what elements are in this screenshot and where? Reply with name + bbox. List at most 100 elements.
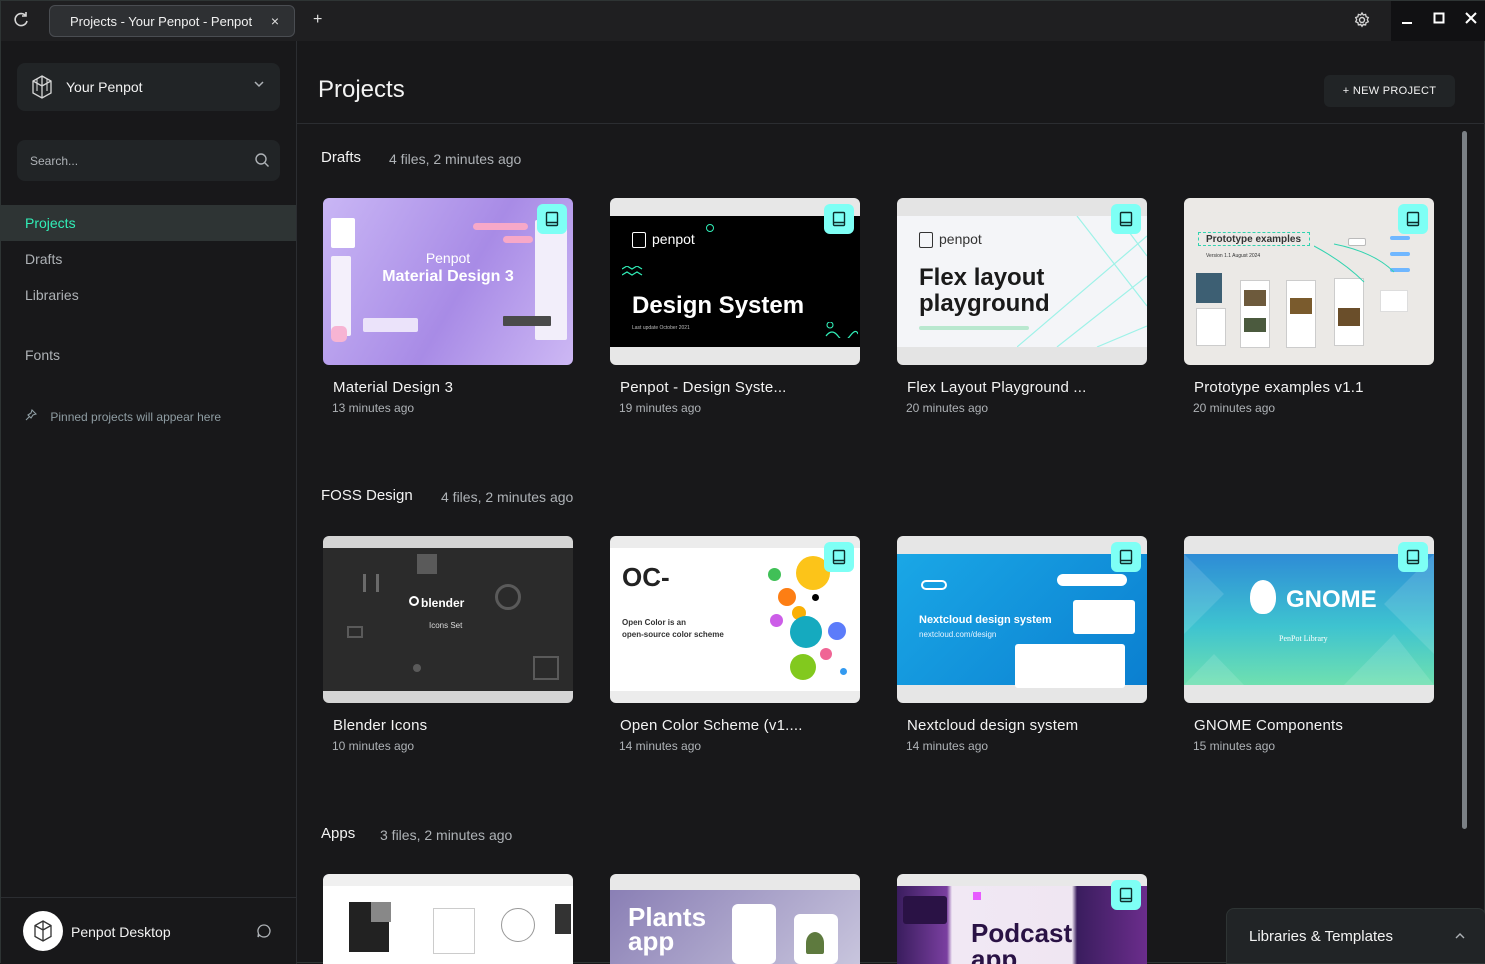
team-selector[interactable]: Your Penpot	[17, 63, 280, 111]
main-content: Projects + NEW PROJECT Drafts 4 files, 2…	[297, 41, 1485, 964]
profile-footer: Penpot Desktop	[1, 897, 296, 964]
file-modified: 19 minutes ago	[619, 401, 702, 415]
thumb-brand: penpot	[939, 231, 982, 247]
chat-icon[interactable]	[256, 923, 272, 939]
section-meta: 4 files, 2 minutes ago	[389, 151, 522, 167]
book-icon	[832, 211, 846, 227]
thumb-brand: Penpot	[425, 250, 471, 266]
section-title[interactable]: Apps	[321, 825, 355, 842]
file-thumbnail: blender Icons Set	[323, 536, 573, 703]
library-badge	[1111, 204, 1141, 234]
maximize-icon[interactable]	[1433, 9, 1445, 30]
thumb-title: Prototype examples	[1206, 234, 1302, 245]
file-thumbnail: Podcast app	[897, 874, 1147, 964]
file-thumbnail: OC- Open Color is an open-source color s…	[610, 536, 860, 703]
library-badge	[824, 542, 854, 572]
file-name: GNOME Components	[1194, 717, 1344, 734]
file-thumbnail: GNOME PenPot Library	[1184, 536, 1434, 703]
profile-name[interactable]: Penpot Desktop	[71, 924, 171, 940]
file-modified: 13 minutes ago	[332, 401, 415, 415]
tab-close-icon[interactable]: ×	[271, 13, 279, 29]
gear-icon[interactable]	[1353, 11, 1371, 29]
book-icon	[1119, 211, 1133, 227]
sidebar: Your Penpot Projects Drafts Libraries Fo…	[1, 41, 297, 964]
penpot-logo-icon	[32, 75, 52, 99]
file-name: Open Color Scheme (v1....	[620, 717, 803, 734]
thumb-title-2: playground	[919, 290, 1050, 317]
tab-title: Projects - Your Penpot - Penpot	[70, 14, 253, 29]
thumb-title: Design System	[632, 292, 805, 319]
file-modified: 20 minutes ago	[906, 401, 989, 415]
section-title[interactable]: Drafts	[321, 149, 361, 166]
new-project-button[interactable]: + NEW PROJECT	[1324, 75, 1455, 107]
search-box	[17, 140, 280, 181]
thumb-subtitle: nextcloud.com/design	[919, 630, 997, 639]
file-thumbnail: Nextcloud design system nextcloud.com/de…	[897, 536, 1147, 703]
title-bar: Projects - Your Penpot - Penpot × +	[1, 1, 1485, 41]
file-thumbnail: penpot Design System Last update October…	[610, 198, 860, 365]
libraries-templates-label: Libraries & Templates	[1249, 928, 1393, 945]
file-modified: 14 minutes ago	[619, 739, 702, 753]
file-thumbnail: penpot Flex layout playground	[897, 198, 1147, 365]
section-title[interactable]: FOSS Design	[321, 487, 413, 504]
chevron-down-icon	[254, 81, 264, 88]
file-thumbnail: Prototype examples Version 1.1 August 20…	[1184, 198, 1434, 365]
book-icon	[832, 549, 846, 565]
pinned-hint-text: Pinned projects will appear here	[50, 410, 222, 424]
reload-icon[interactable]	[12, 11, 30, 29]
thumb-subtitle: PenPot Library	[1279, 634, 1328, 643]
search-input[interactable]	[17, 140, 247, 181]
avatar[interactable]	[23, 911, 63, 951]
library-badge	[537, 204, 567, 234]
book-icon	[1406, 549, 1420, 565]
file-modified: 10 minutes ago	[332, 739, 415, 753]
thumb-brand: penpot	[652, 231, 695, 247]
sidebar-item-projects[interactable]: Projects	[1, 205, 296, 241]
thumb-title: Nextcloud design system	[919, 614, 1052, 626]
file-name: Flex Layout Playground ...	[907, 379, 1087, 396]
file-modified: 14 minutes ago	[906, 739, 989, 753]
library-badge	[1398, 204, 1428, 234]
scrollbar[interactable]	[1462, 131, 1467, 829]
minimize-icon[interactable]	[1401, 9, 1413, 30]
window-controls	[1391, 1, 1485, 41]
header-divider	[297, 123, 1485, 124]
thumb-subtitle: Last update October 2021	[632, 325, 690, 331]
file-name: Nextcloud design system	[907, 717, 1079, 734]
sidebar-item-drafts[interactable]: Drafts	[1, 241, 296, 277]
book-icon	[1406, 211, 1420, 227]
sidebar-item-libraries[interactable]: Libraries	[1, 277, 296, 313]
file-thumbnail: Plants app	[610, 874, 860, 964]
library-badge	[1111, 880, 1141, 910]
book-icon	[545, 211, 559, 227]
new-tab-button[interactable]: +	[313, 11, 322, 29]
sidebar-item-fonts[interactable]: Fonts	[1, 337, 296, 373]
file-modified: 15 minutes ago	[1193, 739, 1276, 753]
page-title: Projects	[318, 76, 405, 103]
file-name: Material Design 3	[333, 379, 454, 396]
library-badge	[1111, 542, 1141, 572]
thumb-title-2: app	[971, 944, 1018, 964]
close-icon[interactable]	[1465, 9, 1477, 30]
libraries-templates-panel[interactable]: Libraries & Templates	[1226, 908, 1485, 964]
chevron-up-icon[interactable]	[1453, 929, 1467, 943]
thumb-brand: blender	[421, 596, 465, 610]
thumb-subtitle-2: open-source color scheme	[622, 630, 724, 639]
thumb-title: GNOME	[1286, 586, 1377, 613]
pin-icon	[25, 409, 37, 421]
book-icon	[1119, 887, 1133, 903]
search-icon[interactable]	[254, 152, 270, 168]
file-thumbnail	[323, 874, 573, 964]
team-name: Your Penpot	[66, 79, 143, 95]
thumb-title: Material Design 3	[382, 268, 514, 285]
thumb-subtitle-1: Open Color is an	[622, 618, 687, 627]
file-modified: 20 minutes ago	[1193, 401, 1276, 415]
thumb-title-2: app	[628, 926, 675, 956]
file-name: Blender Icons	[333, 717, 428, 734]
file-thumbnail: Penpot Material Design 3	[323, 198, 573, 365]
app-window: Projects - Your Penpot - Penpot × + Your…	[0, 0, 1485, 964]
thumb-title: OC-	[622, 562, 670, 592]
library-badge	[824, 204, 854, 234]
browser-tab[interactable]: Projects - Your Penpot - Penpot ×	[49, 5, 295, 37]
thumb-title-1: Flex layout	[919, 264, 1045, 291]
